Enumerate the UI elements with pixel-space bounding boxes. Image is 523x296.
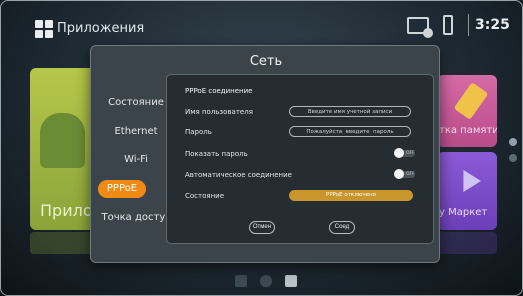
username-input[interactable] [289,106,411,117]
broom-icon [453,82,489,120]
menu-item-ethernet[interactable]: Ethernet [97,122,175,142]
show-password-label: Показать пароль [185,150,248,158]
auto-connect-toggle[interactable]: OFF [394,169,415,179]
password-label: Пароль [185,128,212,136]
memory-cleaner-tile[interactable]: тка памяти [437,75,497,147]
toggle-state: OFF [406,172,415,177]
status-badge: PPPoE отключено [289,190,413,201]
pppoe-heading: PPPoE соединение [185,87,253,95]
clock: 3:25 [475,17,510,33]
apps-grid-icon[interactable] [35,20,53,38]
dock-apps-icon[interactable] [285,275,297,287]
dock-tv-icon[interactable] [235,275,247,287]
connect-button[interactable]: Соед [329,221,355,234]
dock-home-icon[interactable] [260,275,272,287]
auto-connect-label: Автоматическое соединение [185,171,292,179]
password-input[interactable] [289,126,411,137]
memory-cleaner-label: тка памяти [439,125,497,136]
apps-title: Приложения [57,21,145,36]
username-label: Имя пользователя [185,108,253,116]
play-store-icon [463,170,481,192]
tile-reflection [437,232,497,254]
top-bar: Приложения 3:25 [0,0,523,42]
toggle-knob [394,169,404,179]
toggle-knob [394,148,404,158]
dialog-title: Сеть [249,54,283,69]
cancel-button[interactable]: Отмен [249,221,275,234]
toggle-state: OFF [406,151,415,156]
network-disconnected-icon [407,17,433,38]
scroll-indicator-dot [509,154,517,162]
status-label: Состояние [185,192,225,200]
menu-item-status[interactable]: Состояние [97,93,175,113]
show-password-toggle[interactable]: OFF [394,148,415,158]
play-market-tile[interactable]: у Маркет [437,152,497,230]
menu-item-hotspot[interactable]: Точка достуг [97,208,175,228]
divider [468,14,469,36]
play-market-label: у Маркет [439,207,488,218]
pppoe-panel: PPPoE соединение Имя пользователя Пароль… [166,74,434,244]
android-robot-icon [40,113,85,168]
network-dialog: Сеть Состояние Ethernet Wi-Fi PPPoE Точк… [90,45,440,263]
menu-item-pppoe[interactable]: PPPoE [98,180,146,198]
scroll-indicator-dot [509,138,517,146]
menu-item-wifi[interactable]: Wi-Fi [97,150,175,170]
usb-icon [443,15,453,35]
